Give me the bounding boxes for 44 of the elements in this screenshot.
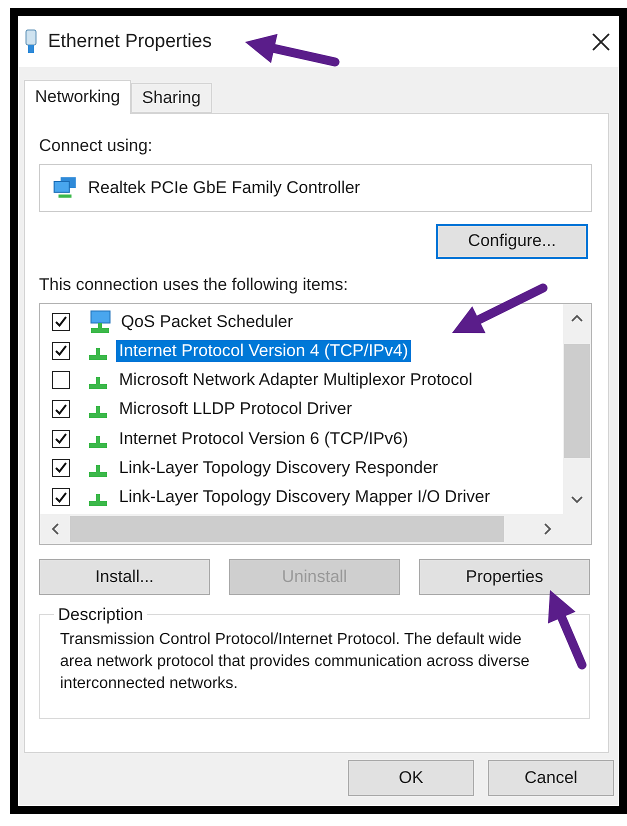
check-icon [55,462,67,474]
network-protocol-icon [89,494,107,506]
tab[interactable]: Networking [24,80,132,114]
checkbox[interactable] [52,400,70,418]
adapter-name: Realtek PCIe GbE Family Controller [88,178,360,198]
check-icon [55,404,67,415]
tab[interactable]: Sharing [131,82,212,113]
configure-button[interactable]: Configure... [436,224,588,259]
description-legend: Description [54,604,148,625]
list-item[interactable]: Link-Layer Topology Discovery Mapper I/O Driver [116,486,493,508]
dialog-button[interactable]: Cancel [488,760,614,796]
close-icon[interactable] [591,32,611,52]
checkbox[interactable] [52,488,70,506]
list-item[interactable]: Internet Protocol Version 4 (TCP/IPv4) [116,340,412,362]
network-computers-icon [52,176,78,200]
network-protocol-icon [89,436,107,448]
list-item[interactable]: Microsoft LLDP Protocol Driver [116,398,356,420]
dialog-button[interactable]: OK [348,760,474,796]
item-action-button[interactable]: Install... [39,558,210,595]
check-icon [55,433,67,444]
list-item[interactable]: QoS Packet Scheduler [118,310,296,332]
checkbox[interactable] [52,458,70,477]
window-title: Ethernet Properties [48,30,212,53]
list-item[interactable]: Link-Layer Topology Discovery Responder [116,456,442,479]
horizontal-scrollbar[interactable] [40,514,563,544]
network-protocol-icon [89,406,107,418]
network-protocol-icon [89,377,107,390]
checkbox[interactable] [52,342,70,360]
checkbox[interactable] [52,371,70,390]
network-protocol-icon [89,348,107,360]
check-icon [55,345,67,356]
items-label: This connection uses the following items: [39,274,349,295]
network-protocol-icon [89,464,107,477]
check-icon [55,492,67,503]
list-item[interactable]: Microsoft Network Adapter Multiplexor Protocol [116,369,476,392]
description-text: Transmission Control Protocol/Internet Protocol. The default wide area network protocol that provides communication across diverse interconnected networks. [60,630,531,694]
item-action-button[interactable]: Properties [419,558,590,595]
list-item[interactable]: Internet Protocol Version 6 (TCP/IPv6) [116,428,412,450]
check-icon [55,316,67,327]
connect-using-label: Connect using: [39,136,154,156]
checkbox[interactable] [52,430,70,448]
vertical-scrollbar[interactable] [563,304,591,514]
checkbox[interactable] [52,312,70,330]
plug-icon [24,28,38,55]
